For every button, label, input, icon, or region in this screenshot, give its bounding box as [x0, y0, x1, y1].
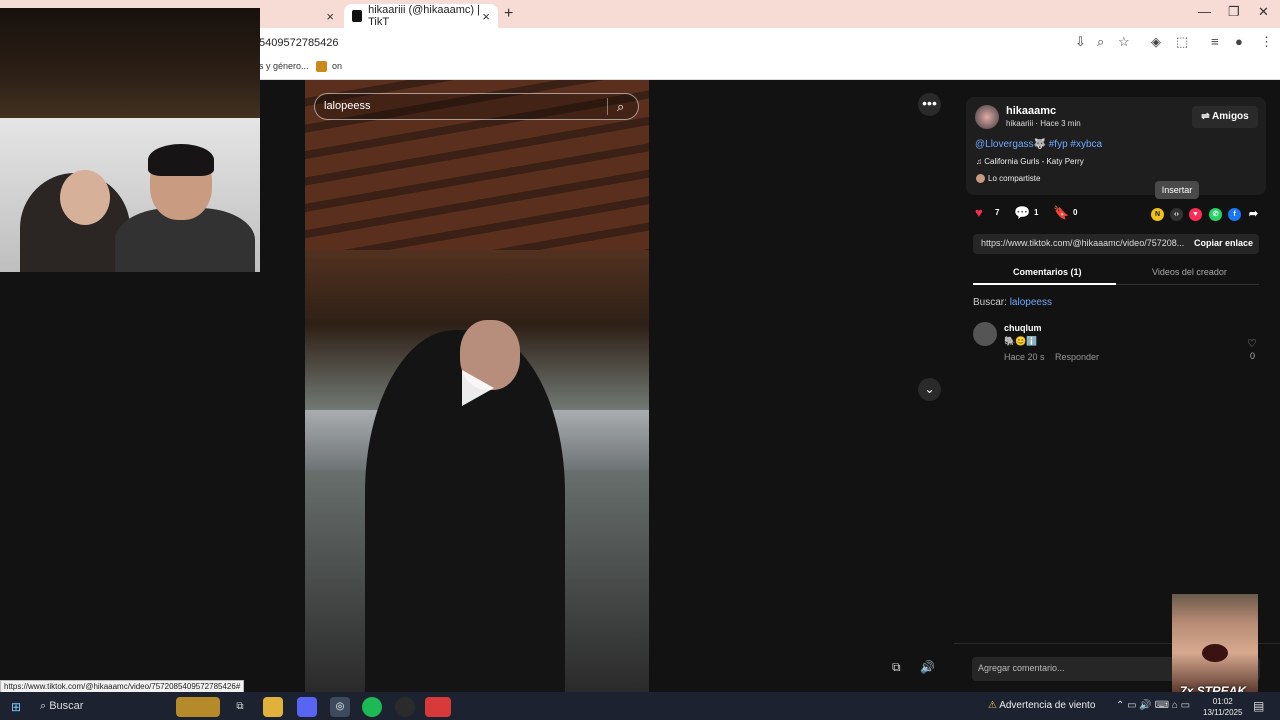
creator-subline: hikaariii · Hace 3 min	[1006, 119, 1081, 128]
spotify-icon[interactable]	[362, 697, 382, 717]
share-avatar-icon	[976, 174, 985, 184]
streaming-app-icon[interactable]	[425, 697, 451, 717]
share-arrow-icon[interactable]: ➦	[1247, 208, 1260, 221]
system-tray[interactable]: ⌃ ▭ 🔊 ⌨ ⌂ ▭	[1116, 700, 1190, 711]
bookmark-star-icon[interactable]: ☆	[1118, 34, 1130, 50]
creator-username[interactable]: hikaaamc	[1006, 105, 1056, 117]
comment-like-count: 0	[1250, 351, 1256, 361]
search-value: lalopeess	[324, 100, 371, 112]
menu-dots-icon[interactable]: ⋮	[1260, 34, 1273, 50]
embed-tooltip: Insertar	[1155, 181, 1199, 199]
webcam-overlay	[0, 8, 260, 272]
more-options-button[interactable]: •••	[918, 93, 941, 116]
next-video-button[interactable]: ⌄	[918, 378, 941, 401]
volume-icon[interactable]: 🔊	[920, 660, 935, 674]
shared-status: Lo compartiste	[976, 174, 1040, 184]
commenter-name[interactable]: chuqlum	[1004, 323, 1042, 333]
save-count: 0	[1073, 208, 1078, 217]
address-bar[interactable]: 5409572785426	[259, 37, 339, 49]
comment-like-icon[interactable]: ♡	[1247, 337, 1257, 350]
commenter-avatar[interactable]	[973, 322, 997, 346]
taskbar-search[interactable]: ⌕ Buscar	[40, 700, 83, 713]
bookmark-icon[interactable]: 🔖	[1053, 205, 1069, 221]
tab-title: hikaariii (@hikaaamc) | TikT	[368, 4, 480, 28]
like-count: 7	[995, 208, 1000, 217]
play-icon[interactable]	[462, 370, 494, 406]
obs-icon[interactable]	[395, 697, 415, 717]
browser-tab-active[interactable]: hikaariii (@hikaaamc) | TikT ×	[344, 4, 498, 28]
close-window-button[interactable]: ✕	[1258, 4, 1269, 20]
comment-count: 1	[1034, 208, 1039, 217]
related-search[interactable]: Buscar: lalopeess	[973, 297, 1052, 308]
task-view-icon[interactable]: ⧉	[230, 697, 250, 717]
embed-icon[interactable]: ‹›	[1170, 208, 1183, 221]
bookmark-item[interactable]: s y género...	[259, 61, 309, 71]
copy-link-button[interactable]: Copiar enlace	[1194, 238, 1253, 248]
active-tab-indicator	[973, 283, 1116, 285]
profile-avatar[interactable]: ●	[1235, 34, 1243, 49]
chrome-icon[interactable]: ◎	[330, 697, 350, 717]
tab-close-icon[interactable]: ×	[482, 9, 490, 24]
video-link[interactable]: https://www.tiktok.com/@hikaaamc/video/7…	[981, 238, 1185, 248]
send-icon[interactable]: ▼	[1189, 208, 1202, 221]
taskbar-clock[interactable]: 01:02 13/11/2025	[1203, 696, 1242, 718]
comment-icon[interactable]: 💬	[1014, 205, 1030, 221]
music-link[interactable]: ♫ California Gurls - Katy Perry	[976, 157, 1084, 166]
restore-button[interactable]: ❐	[1228, 4, 1240, 20]
bookmark-item[interactable]: on	[316, 61, 342, 73]
new-tab-button[interactable]: +	[504, 5, 513, 23]
install-icon[interactable]: ⇩	[1075, 34, 1086, 50]
facebook-icon[interactable]: f	[1228, 208, 1241, 221]
friends-button[interactable]: ⇌ Amigos	[1192, 106, 1258, 128]
creator-avatar[interactable]	[975, 105, 999, 129]
media-icon[interactable]: ≡	[1211, 34, 1219, 49]
tab-comments[interactable]: Comentarios (1)	[1013, 267, 1082, 277]
discord-icon[interactable]	[297, 697, 317, 717]
notifications-icon[interactable]: ▤	[1253, 699, 1264, 713]
tab-close-icon[interactable]: ×	[326, 9, 334, 24]
search-highlight-icon[interactable]	[176, 697, 220, 717]
bookmark-favicon-icon	[316, 61, 327, 73]
whatsapp-icon[interactable]: ✆	[1209, 208, 1222, 221]
comment-time: Hace 20 s	[1004, 352, 1045, 362]
windows-start-icon[interactable]: ⊞	[11, 700, 21, 714]
search-icon[interactable]: ⌕	[617, 99, 624, 115]
search-divider	[607, 98, 608, 115]
warning-icon: ⚠	[988, 700, 997, 711]
coin-share-icon[interactable]: N	[1151, 208, 1164, 221]
minimize-button[interactable]: —	[1198, 4, 1211, 19]
post-caption[interactable]: @Llovergass🐺 #fyp #xybca	[975, 139, 1102, 150]
tiktok-favicon-icon	[352, 10, 363, 22]
streamer-cam-overlay	[1172, 594, 1258, 692]
heart-icon[interactable]: ♥	[975, 205, 983, 220]
comment-text: 🐘😊ℹ️	[1004, 336, 1038, 346]
comment-placeholder: Agregar comentario...	[978, 663, 1065, 673]
zoom-icon[interactable]: ⌕	[1097, 34, 1104, 50]
tab-creator-videos[interactable]: Videos del creador	[1152, 267, 1227, 277]
reply-button[interactable]: Responder	[1055, 352, 1099, 362]
file-explorer-icon[interactable]	[263, 697, 283, 717]
pip-icon[interactable]: ⧉	[892, 660, 901, 675]
weather-widget[interactable]: ⚠ Advertencia de viento	[988, 700, 1095, 711]
browser-tab-inactive[interactable]: ×	[260, 4, 342, 28]
puzzle-icon[interactable]: ⬚	[1176, 34, 1188, 50]
extension-icon[interactable]: ◈	[1151, 34, 1161, 50]
